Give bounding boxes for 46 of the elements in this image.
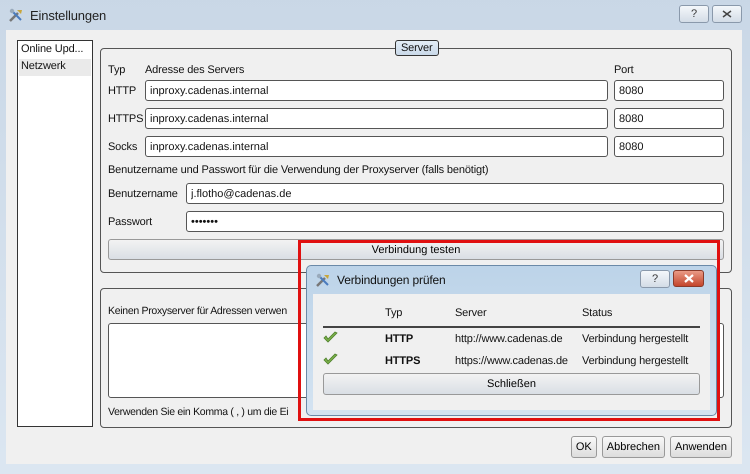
column-header: Server [455, 307, 486, 319]
exceptions-label: Keinen Proxyserver für Adressen verwen [108, 305, 287, 317]
hint-text: Verwenden Sie ein Komma ( , ) um die Ei [108, 406, 288, 418]
check-icon [323, 331, 338, 344]
password-label: Passwort [108, 216, 154, 228]
column-label: Typ [108, 64, 126, 76]
dialog-title: Verbindungen prüfen [337, 273, 446, 287]
help-button[interactable]: ? [679, 5, 709, 23]
tools-icon [315, 272, 331, 288]
server-cell-text: http://www.cadenas.de [455, 333, 564, 345]
close-button[interactable] [712, 5, 742, 23]
port-field[interactable]: 8080 [614, 136, 724, 157]
sidebar-item[interactable]: Online Upd... [19, 42, 91, 59]
status-cell: Verbindung hergestellt [582, 355, 688, 367]
proxy-type-label: HTTP [108, 84, 138, 96]
dialog-button[interactable]: OK [570, 436, 597, 458]
password-field[interactable]: ••••••• [186, 211, 724, 232]
close-button[interactable] [673, 270, 704, 287]
column-label: Port [614, 64, 635, 76]
port-field[interactable]: 8080 [614, 80, 724, 101]
dialog-button[interactable]: Abbrechen [602, 436, 665, 458]
server-cell-text: https://www.cadenas.de [455, 355, 569, 367]
dialog-button[interactable]: Anwenden [670, 436, 732, 458]
column-label: Adresse des Servers [145, 64, 246, 76]
column-header: Status [582, 307, 612, 319]
status-cell: Verbindung hergestellt [582, 333, 688, 345]
address-field[interactable]: inproxy.cadenas.internal [145, 108, 608, 129]
proxy-type-label: Socks [108, 140, 138, 152]
column-header: Typ [385, 307, 402, 319]
username-field[interactable]: j.flotho@cadenas.de [186, 183, 724, 204]
type-cell: HTTP [385, 333, 414, 345]
sidebar-item[interactable]: Netzwerk [19, 59, 91, 76]
address-field[interactable]: inproxy.cadenas.internal [145, 136, 608, 157]
address-field[interactable]: inproxy.cadenas.internal [145, 80, 608, 101]
close-dialog-button[interactable]: Schließen [323, 373, 700, 395]
check-icon [323, 353, 338, 366]
window-title: Einstellungen [30, 8, 106, 22]
credentials-note: Benutzername und Passwort für die Verwendung der Proxyserver (falls benötigt) [108, 164, 490, 176]
username-label: Benutzername [108, 188, 179, 200]
group-title: Server [395, 40, 438, 56]
type-cell: HTTPS [385, 355, 420, 367]
close-icon [722, 10, 732, 18]
close-icon [682, 274, 694, 283]
tools-icon [8, 7, 24, 23]
port-field[interactable]: 8080 [614, 108, 724, 129]
help-button[interactable]: ? [640, 270, 670, 288]
